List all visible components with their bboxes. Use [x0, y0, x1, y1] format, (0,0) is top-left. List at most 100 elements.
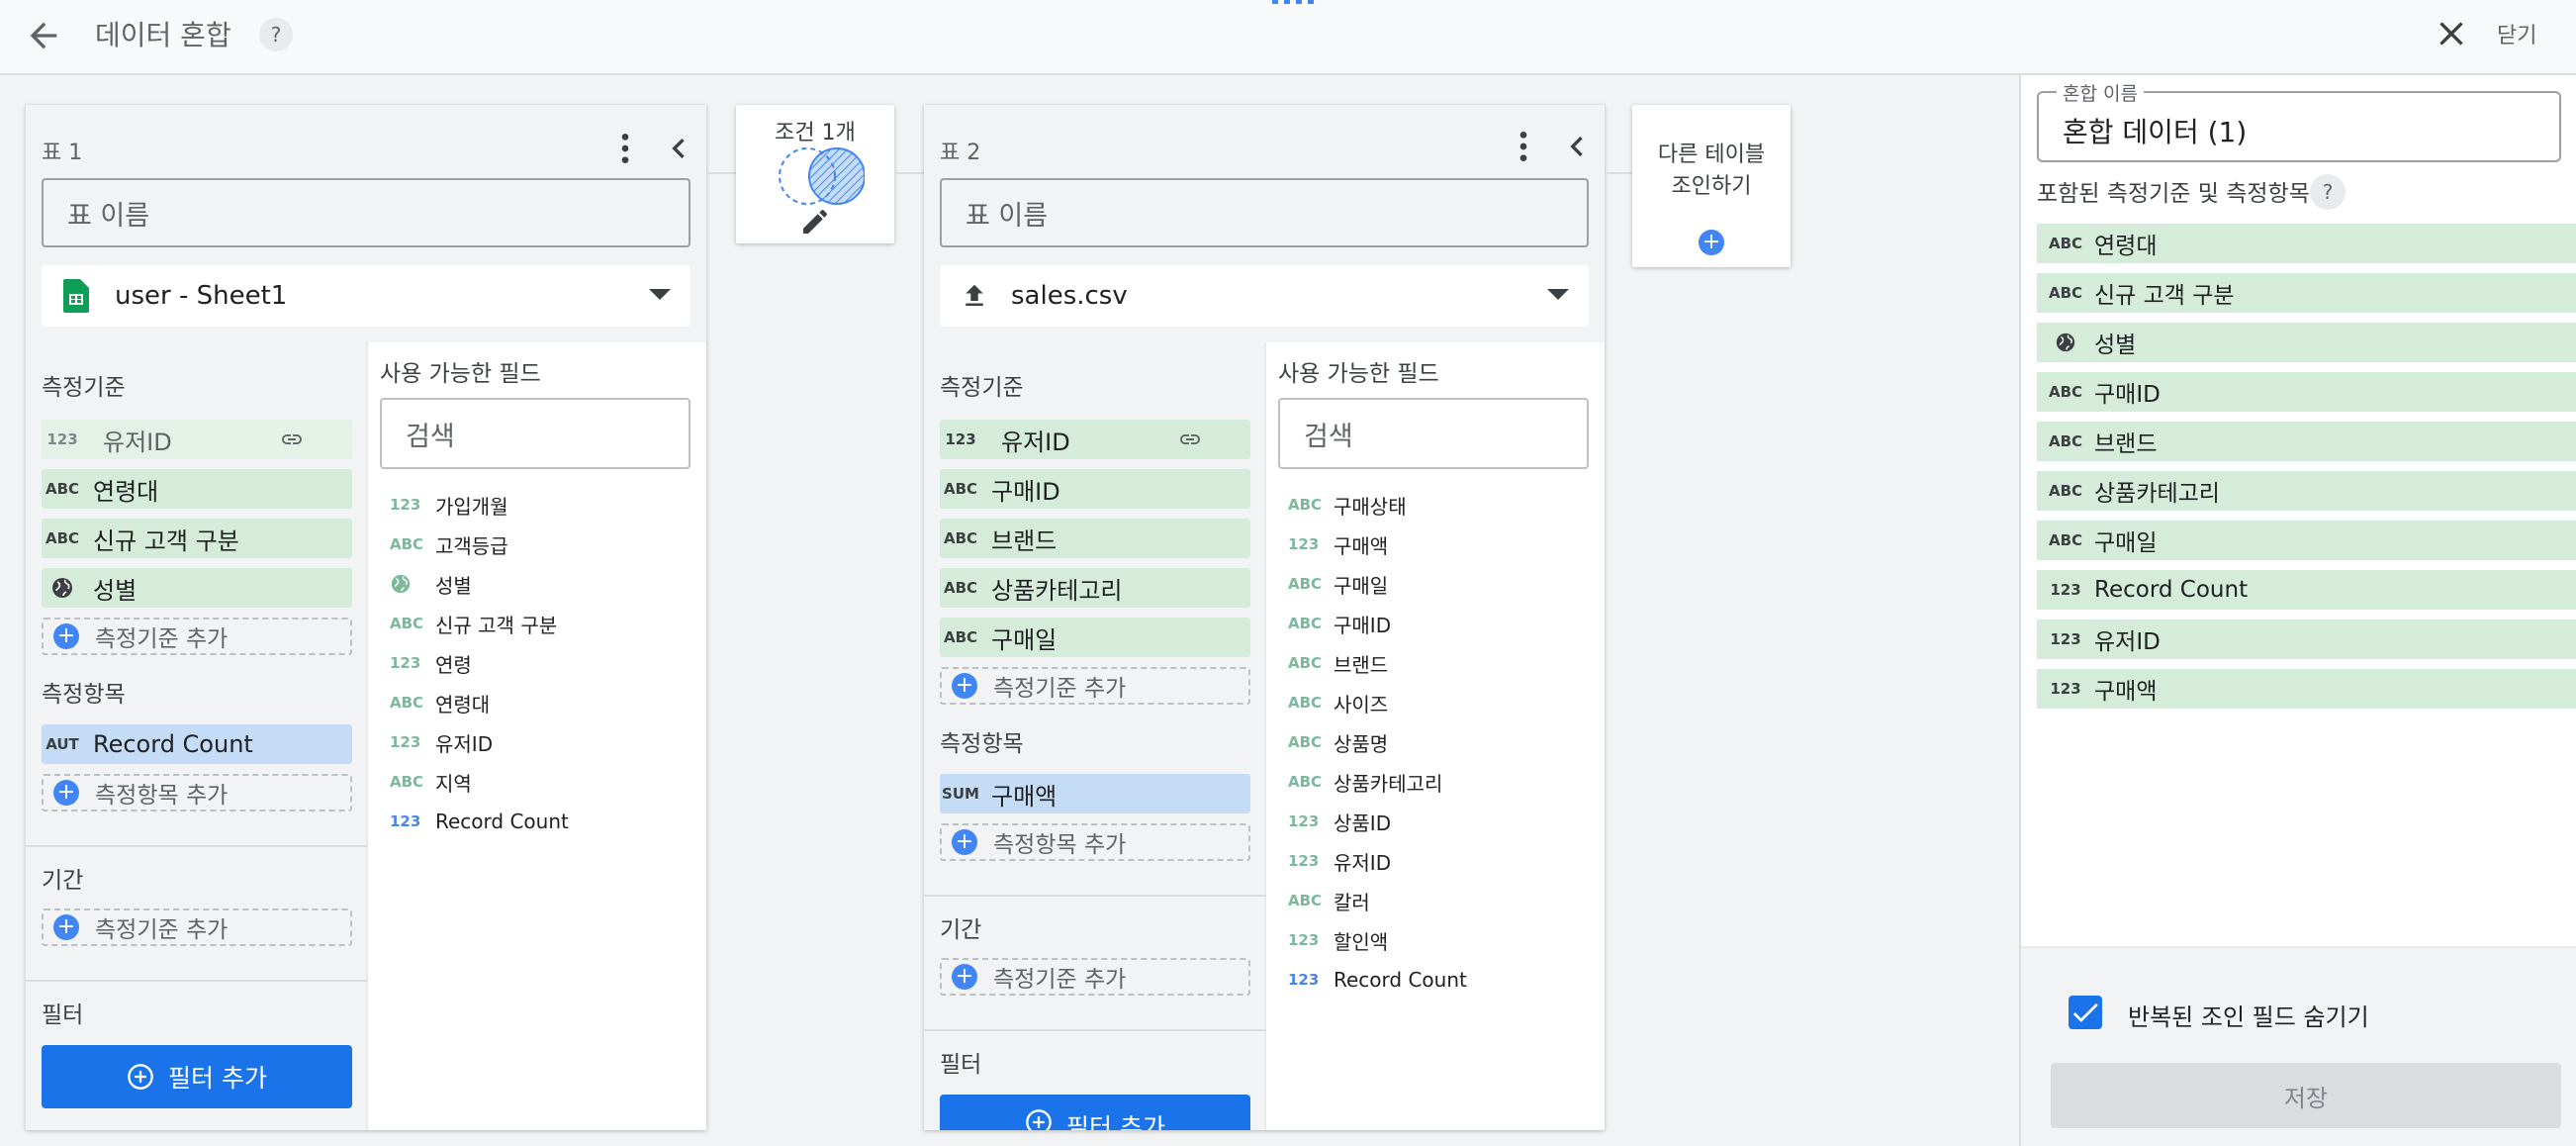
- table-1-name-input[interactable]: 표 이름: [42, 178, 690, 247]
- google-sheets-icon: [63, 279, 89, 313]
- metric-chip[interactable]: AUT Record Count: [42, 724, 352, 764]
- included-field-chip[interactable]: 123 구매액: [2037, 669, 2576, 709]
- field-label: 사이즈: [1334, 692, 1389, 716]
- add-dimension-button[interactable]: + 측정기준 추가: [42, 618, 352, 655]
- available-field-item[interactable]: ABC 브랜드: [1288, 643, 1585, 683]
- available-field-item[interactable]: 123 유저ID: [390, 722, 687, 762]
- available-field-item[interactable]: ABC 신규 고객 구분: [390, 604, 687, 643]
- close-icon[interactable]: [2432, 14, 2471, 53]
- available-field-item[interactable]: ABC 연령대: [390, 683, 687, 722]
- field-label: Record Count: [435, 810, 569, 833]
- included-field-chip[interactable]: 123 Record Count: [2037, 570, 2576, 610]
- field-type-tag: 123: [1288, 812, 1320, 830]
- globe-icon: [390, 573, 435, 595]
- available-field-item[interactable]: ABC 상품명: [1288, 722, 1585, 762]
- available-field-item[interactable]: 123 연령: [390, 643, 687, 683]
- available-field-item[interactable]: 123 가입개월: [390, 485, 687, 525]
- join-condition-card[interactable]: 조건 1개: [736, 105, 894, 243]
- available-field-item[interactable]: 123 Record Count: [390, 802, 687, 841]
- dimension-chip[interactable]: ABC 상품카테고리: [940, 568, 1250, 608]
- add-metric-button[interactable]: + 측정항목 추가: [940, 823, 1250, 861]
- available-field-item[interactable]: ABC 구매상태: [1288, 485, 1585, 525]
- dimension-chip[interactable]: ABC 브랜드: [940, 519, 1250, 558]
- field-label: 연령: [435, 652, 472, 677]
- table-2-label: 표 2: [940, 141, 981, 165]
- table-1-dimensions-label: 측정기준: [42, 375, 126, 401]
- included-field-chip[interactable]: ABC 브랜드: [2037, 422, 2576, 461]
- included-field-chip[interactable]: ABC 연령대: [2037, 224, 2576, 263]
- included-field-chip[interactable]: 성별: [2037, 323, 2576, 362]
- included-field-chip[interactable]: ABC 신규 고객 구분: [2037, 273, 2576, 313]
- add-metric-button[interactable]: + 측정항목 추가: [42, 774, 352, 812]
- add-date-dimension-button[interactable]: + 측정기준 추가: [42, 908, 352, 946]
- add-date-dimension-button[interactable]: + 측정기준 추가: [940, 958, 1250, 996]
- hide-repeated-checkbox[interactable]: [2069, 996, 2102, 1029]
- field-label: 구매액: [1334, 533, 1389, 558]
- add-filter-button[interactable]: 필터 추가: [42, 1045, 352, 1108]
- hide-repeated-label: 반복된 조인 필드 숨기기: [2128, 1003, 2369, 1031]
- edit-pencil-icon[interactable]: [799, 206, 831, 238]
- add-outline-icon: [127, 1063, 154, 1091]
- table-1-search-input[interactable]: 검색: [380, 398, 690, 469]
- dimension-chip[interactable]: ABC 구매ID: [940, 469, 1250, 509]
- included-field-chip[interactable]: ABC 구매ID: [2037, 372, 2576, 412]
- table-2-search-input[interactable]: 검색: [1278, 398, 1589, 469]
- check-icon: [2072, 1003, 2098, 1022]
- blend-name-value: 혼합 데이터 (1): [2063, 116, 2248, 148]
- collapse-chevron-icon[interactable]: [659, 129, 698, 168]
- included-field-chip[interactable]: ABC 상품카테고리: [2037, 471, 2576, 511]
- available-field-item[interactable]: ABC 구매일: [1288, 564, 1585, 604]
- available-field-item[interactable]: 123 구매액: [1288, 525, 1585, 564]
- more-vert-icon[interactable]: [1504, 127, 1543, 166]
- table-1-filter-label: 필터: [42, 1003, 84, 1028]
- collapse-chevron-icon[interactable]: [1557, 127, 1597, 166]
- available-field-item[interactable]: 123 할인액: [1288, 920, 1585, 960]
- more-vert-icon[interactable]: [605, 129, 645, 168]
- dimension-chip[interactable]: ABC 연령대: [42, 469, 352, 509]
- add-dimension-button[interactable]: + 측정기준 추가: [940, 667, 1250, 705]
- dropdown-arrow-icon: [1547, 287, 1569, 301]
- available-field-item[interactable]: ABC 사이즈: [1288, 683, 1585, 722]
- available-field-item[interactable]: ABC 칼러: [1288, 881, 1585, 920]
- field-type-tag: ABC: [2048, 432, 2083, 450]
- available-field-item[interactable]: 123 유저ID: [1288, 841, 1585, 881]
- dimension-chip[interactable]: 성별: [42, 568, 352, 608]
- table-2-source-select[interactable]: sales.csv: [940, 265, 1589, 327]
- add-table-join-card[interactable]: 다른 테이블 조인하기 +: [1632, 105, 1791, 267]
- add-filter-button[interactable]: 필터 추가: [940, 1095, 1250, 1130]
- dimension-chip[interactable]: ABC 신규 고객 구분: [42, 519, 352, 558]
- available-field-item[interactable]: ABC 구매ID: [1288, 604, 1585, 643]
- included-field-chip[interactable]: 123 유저ID: [2037, 620, 2576, 659]
- add-circle-icon[interactable]: +: [1699, 230, 1724, 255]
- metric-chip[interactable]: SUM 구매액: [940, 774, 1250, 813]
- blend-name-legend: 혼합 이름: [2057, 79, 2144, 106]
- help-icon[interactable]: ?: [259, 18, 293, 51]
- add-circle-icon: +: [952, 964, 977, 990]
- close-label[interactable]: 닫기: [2497, 18, 2536, 49]
- available-field-item[interactable]: 123 Record Count: [1288, 960, 1585, 1000]
- table-2-name-input[interactable]: 표 이름: [940, 178, 1589, 247]
- save-button[interactable]: 저장: [2051, 1063, 2561, 1128]
- included-fields-list: ABC 연령대 ABC 신규 고객 구분 성별 ABC 구매ID ABC 브랜드 ABC 상품카테고…: [2037, 224, 2576, 718]
- dimension-chip-join-key[interactable]: 123 유저ID: [940, 420, 1250, 459]
- available-field-item[interactable]: 성별: [390, 564, 687, 604]
- available-field-item[interactable]: 123 상품ID: [1288, 802, 1585, 841]
- table-2-date-label: 기간: [940, 917, 982, 943]
- dimension-chip[interactable]: ABC 구매일: [940, 618, 1250, 657]
- field-type-tag: 123: [390, 812, 421, 830]
- available-field-item[interactable]: ABC 고객등급: [390, 525, 687, 564]
- dimension-chip-join-key[interactable]: 123 유저ID: [42, 420, 352, 459]
- add-circle-icon: +: [952, 829, 977, 855]
- blend-name-field[interactable]: 혼합 이름 혼합 데이터 (1): [2037, 79, 2561, 162]
- field-type-tag: 123: [390, 733, 421, 751]
- globe-icon: [2037, 332, 2094, 353]
- table-1-source-select[interactable]: user - Sheet1: [42, 265, 690, 327]
- included-field-chip[interactable]: ABC 구매일: [2037, 521, 2576, 560]
- help-icon[interactable]: ?: [2310, 174, 2346, 210]
- globe-icon: [42, 576, 83, 600]
- available-field-item[interactable]: ABC 상품카테고리: [1288, 762, 1585, 802]
- field-label: 유저ID: [2094, 629, 2161, 655]
- available-field-item[interactable]: ABC 지역: [390, 762, 687, 802]
- field-label: 신규 고객 구분: [2094, 283, 2235, 309]
- back-arrow-icon[interactable]: [24, 16, 63, 55]
